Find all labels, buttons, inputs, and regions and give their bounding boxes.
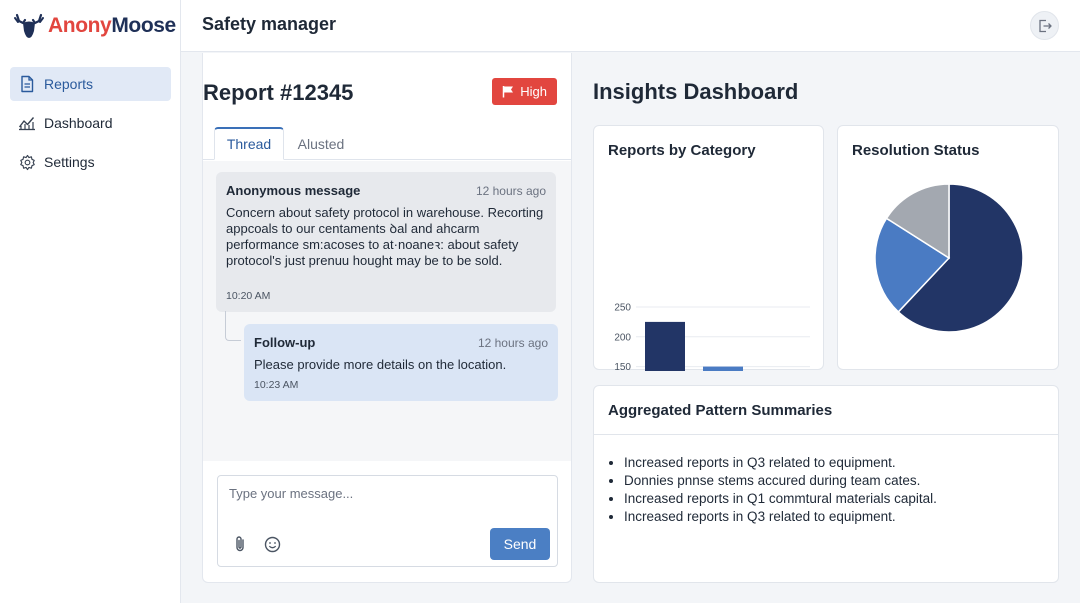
logo-text: AnonyMoose	[48, 14, 176, 37]
logout-button[interactable]	[1030, 11, 1059, 40]
message-timestamp: 10:20 AM	[226, 290, 271, 302]
insights-title: Insights Dashboard	[593, 79, 799, 104]
report-title: Report #12345	[203, 80, 354, 105]
pattern-summaries-card: Aggregated Pattern Summaries Increased r…	[593, 385, 1059, 583]
message-input[interactable]	[229, 486, 539, 501]
sidebar-item-label: Dashboard	[44, 115, 113, 131]
sidebar-item-dashboard[interactable]: Dashboard	[10, 106, 171, 140]
reply-connector	[225, 311, 241, 341]
page-title: Safety manager	[202, 14, 337, 34]
message-relative-time: 12 hours ago	[475, 184, 546, 198]
sidebar-item-settings[interactable]: Settings	[10, 145, 171, 179]
y-tick-label: 150	[614, 362, 631, 371]
bar-chart: 050100150200250HarassmentSafetyEthics	[614, 303, 810, 371]
summary-list: Increased reports in Q3 related to equip…	[624, 454, 937, 526]
summaries-title: Aggregated Pattern Summaries	[608, 402, 833, 419]
gear-icon	[18, 153, 36, 171]
send-button[interactable]: Send	[490, 528, 550, 560]
summary-item: Increased reports in Q3 related to equip…	[624, 454, 937, 472]
summary-item: Donnies pnnse stems accured during team …	[624, 472, 937, 490]
flag-icon	[502, 85, 514, 98]
tab-thread[interactable]: Thread	[214, 127, 284, 160]
bar-safety	[703, 366, 743, 371]
message-thread: Anonymous message 12 hours ago Concern a…	[203, 161, 571, 461]
message-body: Concern about safety protocol in warehou…	[226, 205, 544, 268]
report-tabs: Thread Alusted	[203, 127, 571, 160]
priority-badge[interactable]: High	[492, 78, 557, 105]
reports-by-category-card: Reports by Category 050100150200250Haras…	[593, 125, 824, 371]
message-sender: Follow-up	[254, 335, 316, 350]
top-header: Safety manager	[181, 0, 1080, 52]
resolution-status-card: Resolution Status	[837, 125, 1059, 370]
chart-line-icon	[18, 114, 36, 132]
message-composer: Send	[217, 475, 558, 567]
logout-icon	[1038, 19, 1052, 33]
report-panel: Report #12345 High Thread Alusted Anonym…	[202, 53, 572, 583]
message-card: Follow-up 12 hours ago Please provide mo…	[244, 324, 558, 401]
message-timestamp: 10:23 AM	[254, 379, 299, 391]
attach-button[interactable]	[230, 534, 250, 554]
summary-item: Increased reports in Q1 commtural materi…	[624, 490, 937, 508]
document-icon	[18, 75, 36, 93]
pie-chart	[874, 183, 1024, 333]
message-card: Anonymous message 12 hours ago Concern a…	[216, 172, 556, 312]
summary-item: Increased reports in Q3 related to equip…	[624, 508, 937, 526]
tab-alusted[interactable]: Alusted	[288, 127, 354, 160]
app-logo[interactable]: AnonyMoose	[14, 8, 176, 44]
message-body: Please provide more details on the locat…	[254, 357, 507, 372]
message-sender: Anonymous message	[226, 183, 361, 198]
emoji-button[interactable]	[262, 534, 282, 554]
y-tick-label: 200	[614, 332, 631, 343]
sidebar-nav: Reports Dashboard Settings	[10, 67, 171, 184]
sidebar: AnonyMoose Reports Dashboard Settings	[0, 0, 181, 603]
moose-icon	[14, 12, 44, 40]
sidebar-item-label: Settings	[44, 154, 95, 170]
priority-label: High	[520, 84, 547, 99]
smiley-icon	[264, 536, 281, 553]
divider	[594, 434, 1058, 435]
bar-harassment	[645, 321, 685, 371]
sidebar-item-reports[interactable]: Reports	[10, 67, 171, 101]
y-tick-label: 250	[614, 303, 631, 314]
message-relative-time: 12 hours ago	[477, 336, 548, 350]
sidebar-item-label: Reports	[44, 76, 94, 92]
paperclip-icon	[233, 535, 247, 553]
